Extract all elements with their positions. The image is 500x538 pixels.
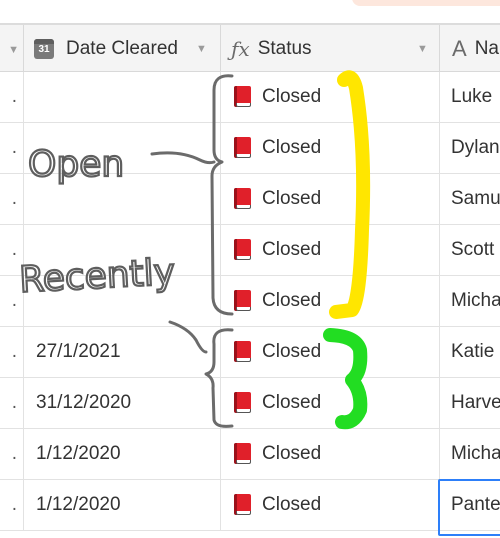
status-cell[interactable]: Closed <box>221 225 440 275</box>
red-book-icon <box>233 341 252 363</box>
column-header-status[interactable]: ƒx Status ▼ <box>221 25 440 72</box>
date-cleared-value: 1/12/2020 <box>36 443 121 464</box>
red-book-icon <box>233 494 252 516</box>
date-cleared-value: 31/12/2020 <box>36 392 132 413</box>
name-value: Dylan <box>451 137 500 158</box>
calendar-icon: 31 <box>34 38 54 59</box>
chevron-down-icon[interactable]: ▼ <box>8 44 19 56</box>
status-cell[interactable]: Closed <box>221 72 440 122</box>
date-cleared-cell[interactable] <box>24 72 221 122</box>
table-row[interactable]: . Closed Luke <box>0 72 500 123</box>
name-cell[interactable]: Scott <box>440 225 500 275</box>
red-book-icon <box>233 239 252 261</box>
top-strip <box>0 0 500 22</box>
text-field-icon: A <box>452 35 467 61</box>
status-value: Closed <box>262 86 322 107</box>
red-book-icon <box>233 290 252 312</box>
date-cleared-cell[interactable]: 31/12/2020 <box>24 378 221 428</box>
column-header-previous[interactable]: ▼ <box>0 25 24 72</box>
date-cleared-cell[interactable] <box>24 276 221 326</box>
date-cleared-cell[interactable] <box>24 123 221 173</box>
status-value: Closed <box>262 290 322 311</box>
red-book-icon <box>233 392 252 414</box>
status-value: Closed <box>262 443 322 464</box>
row-prev-cell[interactable]: . <box>0 429 24 479</box>
status-value: Closed <box>262 137 322 158</box>
status-cell[interactable]: Closed <box>221 123 440 173</box>
formula-icon: ƒx <box>231 36 250 61</box>
name-cell[interactable]: Dylan <box>440 123 500 173</box>
status-cell[interactable]: Closed <box>221 480 440 530</box>
status-cell[interactable]: Closed <box>221 174 440 224</box>
column-header-label: Status <box>257 37 312 59</box>
name-value: Micha <box>451 443 500 464</box>
status-value: Closed <box>262 392 322 413</box>
status-value: Closed <box>262 341 322 362</box>
date-cleared-value: 27/1/2021 <box>36 341 121 362</box>
chevron-down-icon[interactable]: ▼ <box>417 43 428 55</box>
status-value: Closed <box>262 239 322 260</box>
name-value: Harve <box>451 392 500 413</box>
table-row[interactable]: . 27/1/2021 Closed Katie <box>0 327 500 378</box>
name-cell[interactable]: Micha <box>440 429 500 479</box>
red-book-icon <box>233 86 252 108</box>
column-header-date-cleared[interactable]: 31 Date Cleared ▼ <box>24 25 221 72</box>
status-cell[interactable]: Closed <box>221 327 440 377</box>
name-value: Katie <box>451 341 495 362</box>
red-book-icon <box>233 137 252 159</box>
table-row[interactable]: . 1/12/2020 Closed Pante <box>0 480 500 531</box>
date-cleared-cell[interactable] <box>24 174 221 224</box>
table-row[interactable]: . 1/12/2020 Closed Micha <box>0 429 500 480</box>
date-cleared-cell[interactable] <box>24 225 221 275</box>
name-cell[interactable]: Micha <box>440 276 500 326</box>
date-cleared-value: 1/12/2020 <box>36 494 121 515</box>
name-cell[interactable]: Samu <box>440 174 500 224</box>
table-row[interactable]: . Closed Micha <box>0 276 500 327</box>
chevron-down-icon[interactable]: ▼ <box>196 43 207 55</box>
name-cell[interactable]: Katie <box>440 327 500 377</box>
row-prev-cell[interactable]: . <box>0 378 24 428</box>
red-book-icon <box>233 443 252 465</box>
column-header-name[interactable]: A Na <box>440 25 500 72</box>
row-prev-cell[interactable]: . <box>0 174 24 224</box>
name-value: Luke <box>451 86 493 107</box>
date-cleared-cell[interactable]: 1/12/2020 <box>24 429 221 479</box>
selected-cell-outline <box>438 479 500 536</box>
row-prev-cell[interactable]: . <box>0 225 24 275</box>
row-prev-cell[interactable]: . <box>0 276 24 326</box>
name-cell[interactable]: Luke <box>440 72 500 122</box>
name-value: Scott <box>451 239 495 260</box>
status-cell[interactable]: Closed <box>221 378 440 428</box>
name-value: Micha <box>451 290 500 311</box>
grid-header: ▼ 31 Date Cleared ▼ ƒx Status ▼ A Na <box>0 23 500 72</box>
column-header-label: Na <box>474 37 499 59</box>
status-value: Closed <box>262 494 322 515</box>
table-row[interactable]: . 31/12/2020 Closed Harve <box>0 378 500 429</box>
name-cell[interactable]: Harve <box>440 378 500 428</box>
status-value: Closed <box>262 188 322 209</box>
name-value: Samu <box>451 188 500 209</box>
status-cell[interactable]: Closed <box>221 276 440 326</box>
date-cleared-cell[interactable]: 1/12/2020 <box>24 480 221 530</box>
table-row[interactable]: . Closed Dylan <box>0 123 500 174</box>
row-prev-cell[interactable]: . <box>0 123 24 173</box>
red-book-icon <box>233 188 252 210</box>
row-prev-cell[interactable]: . <box>0 72 24 122</box>
row-prev-cell[interactable]: . <box>0 480 24 530</box>
table-row[interactable]: . Closed Scott <box>0 225 500 276</box>
column-header-label: Date Cleared <box>66 37 178 59</box>
row-prev-cell[interactable]: . <box>0 327 24 377</box>
status-cell[interactable]: Closed <box>221 429 440 479</box>
date-cleared-cell[interactable]: 27/1/2021 <box>24 327 221 377</box>
table-row[interactable]: . Closed Samu <box>0 174 500 225</box>
top-banner-pill <box>352 0 500 6</box>
